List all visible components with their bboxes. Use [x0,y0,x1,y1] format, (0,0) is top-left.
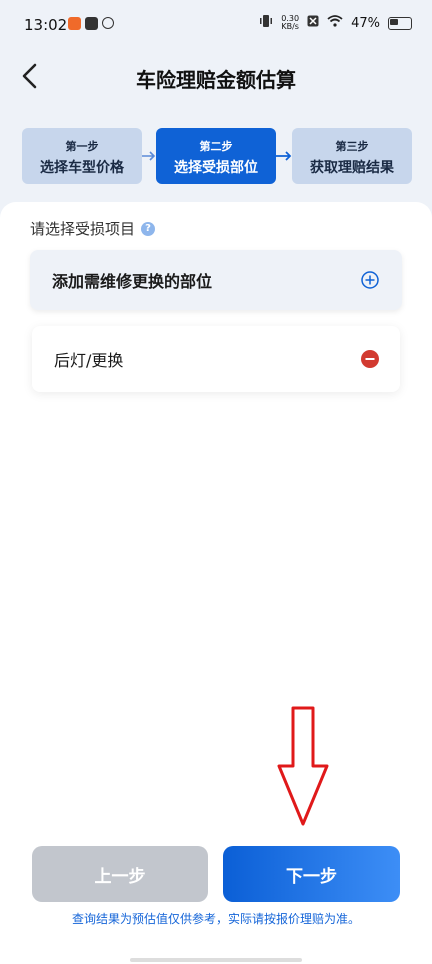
next-step-button[interactable]: 下一步 [223,846,400,902]
network-speed: 0.30 KB/s [281,15,299,31]
step-title: 获取理赔结果 [310,160,394,176]
wifi-icon [327,15,343,31]
sync-app-icon [102,17,114,29]
previous-step-button[interactable]: 上一步 [32,846,208,902]
step-2: 第二步 选择受损部位 [156,128,276,184]
vibrate-icon [259,14,273,32]
battery-icon [388,16,412,30]
nfc-icon [307,15,319,31]
status-time: 13:02 [24,16,68,34]
step-title: 选择受损部位 [174,160,258,176]
notification-icons [68,17,114,30]
step-label: 第三步 [335,140,369,153]
disclaimer-text: 查询结果为预估值仅供参考，实际请按报价理赔为准。 [71,912,360,926]
page-title: 车险理赔金额估算 [136,68,296,92]
annotation-arrow-icon [277,706,329,826]
step-arrow-icon [142,151,156,161]
step-3: 第三步 获取理赔结果 [292,128,412,184]
step-arrow-icon [276,151,292,161]
status-indicators: 0.30 KB/s 47% [259,14,412,32]
add-part-button[interactable]: 添加需维修更换的部位 [30,250,402,310]
remove-circle-icon[interactable] [360,349,380,369]
step-title: 选择车型价格 [40,160,124,176]
step-label: 第一步 [65,140,99,153]
damage-item: 后灯/更换 [32,326,400,392]
section-title-text: 请选择受损项目 [30,220,136,238]
step-label: 第二步 [199,140,233,153]
section-title: 请选择受损项目 ? [30,218,156,239]
home-indicator[interactable] [130,958,302,962]
battery-level: 47% [351,15,380,31]
nav-bar: 车险理赔金额估算 [0,52,432,102]
plus-circle-icon [361,271,379,289]
status-bar: 13:02 0.30 KB/s 47% [0,0,432,52]
network-speed-unit: KB/s [281,22,299,31]
step-1: 第一步 选择车型价格 [22,128,142,184]
help-icon[interactable]: ? [141,221,156,236]
step-indicator: 第一步 选择车型价格 第二步 选择受损部位 第三步 获取理赔结果 [22,128,412,184]
app-notification-icon [68,17,81,30]
damage-item-label: 后灯/更换 [54,351,124,370]
add-part-label: 添加需维修更换的部位 [52,272,213,291]
video-app-icon [85,17,98,30]
